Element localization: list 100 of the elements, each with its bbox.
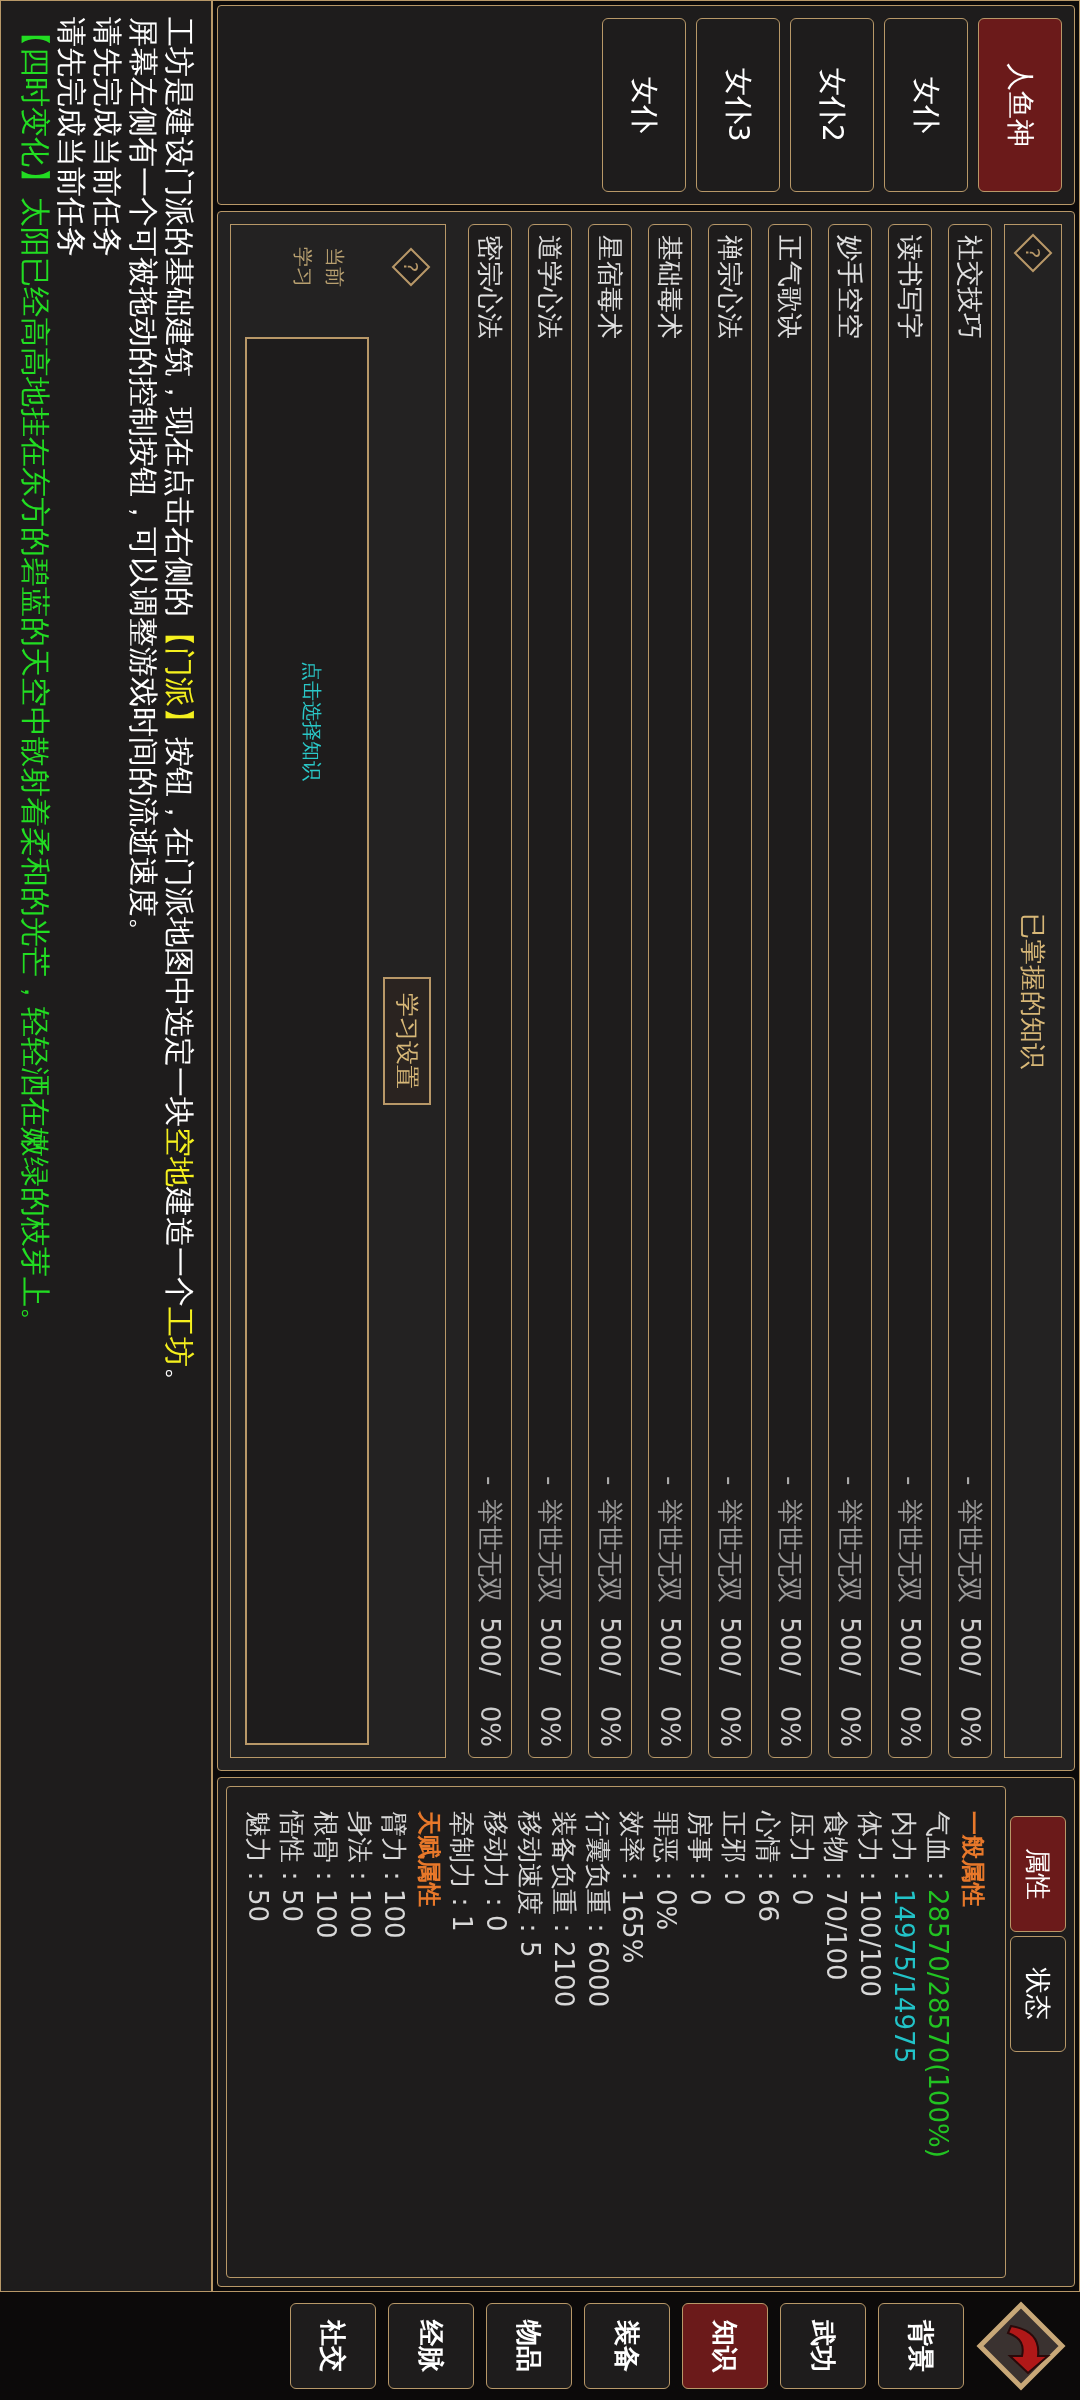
knowledge-row[interactable]: 道学心法 - 举世无双 500/ 0% [528, 224, 572, 1758]
section-header: 天赋属性 [414, 1811, 444, 1909]
log-message: 请先完成当前任务 [89, 17, 125, 259]
stat-label: 体力： [855, 1811, 886, 1889]
knowledge-name: 正气歌诀 [774, 235, 807, 339]
stat-label: 气血： [923, 1811, 954, 1889]
nav-button[interactable]: 物品 [486, 2303, 572, 2389]
points-value: 500/ [894, 1617, 927, 1676]
knowledge-row[interactable]: 读书写字 - 举世无双 500/ 0% [888, 224, 932, 1758]
logo-icon[interactable] [976, 2301, 1066, 2391]
stat-label: 身法： [345, 1811, 376, 1889]
stat-value: 6000 [583, 1941, 614, 2008]
hint-text: 点击选择知识 [299, 661, 325, 781]
attribute-tab[interactable]: 状态 [1010, 1936, 1066, 2052]
stat-value: 1 [447, 1915, 478, 1932]
progress-value: 0% [774, 1705, 807, 1747]
knowledge-select-slot[interactable]: 点击选择知识 [245, 337, 369, 1745]
nav-button[interactable]: 社交 [290, 2303, 376, 2389]
points-value: 500/ [594, 1617, 627, 1676]
stat-value: 50 [277, 1889, 308, 1923]
dash: - [714, 1475, 747, 1486]
progress-value: 0% [534, 1705, 567, 1747]
dash: - [894, 1475, 927, 1486]
dash: - [774, 1475, 807, 1486]
stat-value: 28570/28570(100%) [923, 1889, 954, 2158]
knowledge-row[interactable]: 正气歌诀 - 举世无双 500/ 0% [768, 224, 812, 1758]
nav-button[interactable]: 经脉 [388, 2303, 474, 2389]
stat-value: 165% [617, 1889, 648, 1964]
knowledge-row[interactable]: 密宗心法 - 举世无双 500/ 0% [468, 224, 512, 1758]
section-header: 一般属性 [958, 1811, 988, 1909]
stat-value: 5 [515, 1941, 546, 1958]
stat-value: 66 [753, 1889, 784, 1923]
knowledge-row[interactable]: 妙手空空 - 举世无双 500/ 0% [828, 224, 872, 1758]
stat-label: 内力： [889, 1811, 920, 1889]
knowledge-row[interactable]: 星宿毒术 - 举世无双 500/ 0% [588, 224, 632, 1758]
study-label: 当前学习 [290, 247, 348, 287]
log-message: 【四时变化】太阳已经高高地挂在东方的碧蓝的天空中散射着柔和的光芒，轻轻洒在嫩绿的枝芽上。 [17, 17, 53, 1339]
log-message: 屏幕左侧有一个可被拖动的控制按钮，可以调整游戏时间的流逝速度。 [125, 17, 161, 949]
nav-button[interactable]: 装备 [584, 2303, 670, 2389]
character-tab[interactable]: 女仆2 [790, 18, 874, 192]
rank-label: 举世无双 [834, 1499, 867, 1604]
knowledge-name: 密宗心法 [474, 235, 507, 339]
stat-value: 100 [345, 1889, 376, 1939]
dash: - [534, 1475, 567, 1486]
knowledge-name: 妙手空空 [834, 235, 867, 339]
stat-value: 100 [311, 1889, 342, 1939]
panel-title: 已掌握的知识 [1017, 913, 1050, 1069]
character-tab[interactable]: 女仆3 [696, 18, 780, 192]
rank-label: 举世无双 [954, 1499, 987, 1604]
knowledge-row[interactable]: 禅宗心法 - 举世无双 500/ 0% [708, 224, 752, 1758]
progress-value: 0% [594, 1705, 627, 1747]
stat-value: 14975/14975 [889, 1889, 920, 2064]
rank-label: 举世无双 [714, 1499, 747, 1604]
study-settings-button[interactable]: 学习设置 [383, 977, 431, 1105]
stat-label: 牵制力： [447, 1811, 478, 1915]
stat-label: 压力： [787, 1811, 818, 1889]
nav-button[interactable]: 背景 [878, 2303, 964, 2389]
log-message: 请先完成当前任务 [53, 17, 89, 259]
points-value: 500/ [774, 1617, 807, 1676]
stat-label: 魅力： [243, 1811, 274, 1889]
stat-label: 心情： [753, 1811, 784, 1889]
nav-button[interactable]: 知识 [682, 2303, 768, 2389]
stat-value: 0 [787, 1889, 818, 1906]
stat-value: 100/100 [855, 1889, 886, 1997]
stat-label: 臂力： [379, 1811, 410, 1889]
stat-label: 装备负重： [549, 1811, 580, 1941]
knowledge-name: 基础毒术 [654, 235, 687, 339]
knowledge-name: 社交技巧 [954, 235, 987, 339]
stat-label: 根骨： [311, 1811, 342, 1889]
stat-value: 50 [243, 1889, 274, 1923]
points-value: 500/ [834, 1617, 867, 1676]
stat-value: 0 [685, 1889, 716, 1906]
progress-value: 0% [894, 1705, 927, 1747]
rank-label: 举世无双 [654, 1499, 687, 1604]
help-icon[interactable]: ? [391, 247, 431, 287]
dash: - [834, 1475, 867, 1486]
dash: - [654, 1475, 687, 1486]
help-icon[interactable]: ? [1013, 233, 1053, 273]
character-tab[interactable]: 女仆 [884, 18, 968, 192]
rank-label: 举世无双 [894, 1499, 927, 1604]
points-value: 500/ [534, 1617, 567, 1676]
stat-label: 罪恶： [651, 1811, 682, 1889]
knowledge-name: 星宿毒术 [594, 235, 627, 339]
rank-label: 举世无双 [774, 1499, 807, 1604]
stat-value: 100 [379, 1889, 410, 1939]
knowledge-row[interactable]: 社交技巧 - 举世无双 500/ 0% [948, 224, 992, 1758]
dash: - [474, 1475, 507, 1486]
stat-value: 2100 [549, 1941, 580, 2008]
progress-value: 0% [474, 1705, 507, 1747]
character-tab[interactable]: 人鱼神 [978, 18, 1062, 192]
stat-label: 行囊负重： [583, 1811, 614, 1941]
rank-label: 举世无双 [534, 1499, 567, 1604]
character-tab[interactable]: 女仆 [602, 18, 686, 192]
nav-button[interactable]: 武功 [780, 2303, 866, 2389]
knowledge-row[interactable]: 基础毒术 - 举世无双 500/ 0% [648, 224, 692, 1758]
points-value: 500/ [954, 1617, 987, 1676]
attribute-tab[interactable]: 属性 [1010, 1816, 1066, 1932]
progress-value: 0% [714, 1705, 747, 1747]
stat-value: 0 [481, 1915, 512, 1932]
stat-label: 正邪： [719, 1811, 750, 1889]
